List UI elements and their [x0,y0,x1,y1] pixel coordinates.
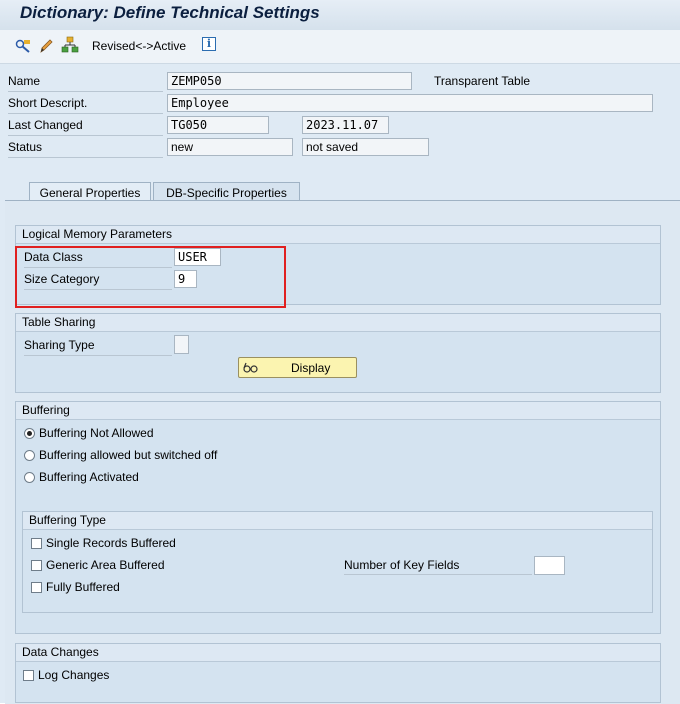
sharing-type-label: Sharing Type [24,338,172,356]
table-sharing-title: Table Sharing [16,314,660,332]
checkbox-generic-area[interactable] [31,560,42,571]
name-field[interactable]: ZEMP050 [167,72,412,90]
log-changes-label: Log Changes [38,668,110,682]
last-changed-user-field[interactable]: TG050 [167,116,269,134]
key-fields-field[interactable] [534,556,565,575]
last-changed-date-field[interactable]: 2023.11.07 [302,116,389,134]
table-type-text: Transparent Table [434,74,531,88]
name-label: Name [8,74,163,92]
radio-buffering-switched-off[interactable] [24,450,35,461]
logical-memory-title: Logical Memory Parameters [16,226,660,244]
short-description-label: Short Descript. [8,96,163,114]
info-icon[interactable]: i [202,37,216,51]
sharing-type-field[interactable] [174,335,189,354]
glasses-icon [243,361,259,378]
checkbox-single-records[interactable] [31,538,42,549]
save-status-field[interactable]: not saved [302,138,429,156]
generic-area-label: Generic Area Buffered [46,558,165,572]
other-object-icon[interactable] [14,37,32,55]
radio-buffering-not-allowed[interactable] [24,428,35,439]
hierarchy-icon[interactable] [61,36,79,54]
revised-active-button[interactable]: Revised<->Active [92,39,186,53]
highlight-box [15,246,286,308]
short-description-field[interactable]: Employee [167,94,653,112]
buffering-switched-off-label: Buffering allowed but switched off [39,448,218,462]
buffering-activated-label: Buffering Activated [39,470,139,484]
buffering-type-title: Buffering Type [23,512,652,530]
checkbox-fully-buffered[interactable] [31,582,42,593]
key-fields-label: Number of Key Fields [344,558,532,575]
radio-buffering-activated[interactable] [24,472,35,483]
last-changed-label: Last Changed [8,118,163,136]
checkbox-log-changes[interactable] [23,670,34,681]
single-records-label: Single Records Buffered [46,536,176,550]
buffering-not-allowed-label: Buffering Not Allowed [39,426,154,440]
window-title: Dictionary: Define Technical Settings [20,3,320,22]
status-label: Status [8,140,163,158]
display-button[interactable]: Display [238,357,357,378]
fully-buffered-label: Fully Buffered [46,580,120,594]
display-button-label: Display [291,361,331,375]
data-changes-group: Data Changes [15,643,661,703]
pencil-icon[interactable] [37,37,55,55]
buffering-title: Buffering [16,402,660,420]
data-changes-title: Data Changes [16,644,660,662]
status-field[interactable]: new [167,138,293,156]
